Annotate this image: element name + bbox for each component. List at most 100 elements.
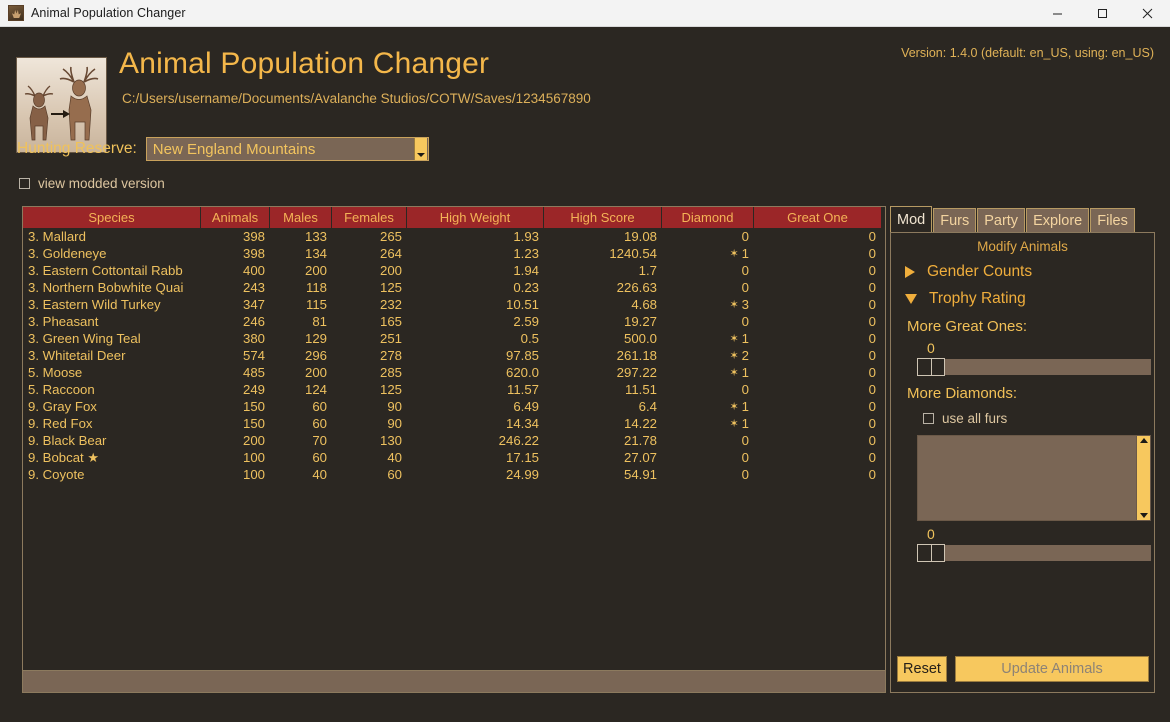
cell-males: 70 [270,432,332,449]
minimize-icon[interactable] [1035,0,1080,27]
table-row[interactable]: 3. Whitetail Deer57429627897.85261.18✶20 [23,347,885,364]
use-all-furs-checkbox[interactable]: use all furs [923,411,1154,426]
cell-diamond: ✶1 [662,415,754,432]
table-body[interactable]: 3. Mallard3981332651.9319.08003. Goldene… [23,228,885,671]
cell-great_one: 0 [754,245,881,262]
section-trophy-rating[interactable]: Trophy Rating [905,290,1154,308]
cell-high_weight: 1.23 [407,245,544,262]
cell-high_weight: 246.22 [407,432,544,449]
tab-mod[interactable]: Mod [890,206,932,232]
tab-explore[interactable]: Explore [1026,208,1089,232]
scroll-up-icon[interactable] [1140,438,1148,443]
checkbox-icon[interactable] [19,178,30,189]
cell-females: 232 [332,296,407,313]
table-row[interactable]: 3. Northern Bobwhite Quai2431181250.2322… [23,279,885,296]
deer-right-icon [57,64,105,146]
cell-diamond: 0 [662,313,754,330]
table-row[interactable]: 9. Red Fox150609014.3414.22✶10 [23,415,885,432]
cell-great_one: 0 [754,398,881,415]
app-window: Animal Population Changer C:/Users/usern… [0,27,1170,722]
cell-females: 278 [332,347,407,364]
update-animals-button[interactable]: Update Animals [955,656,1149,682]
table-header-row: SpeciesAnimalsMalesFemalesHigh WeightHig… [23,207,885,228]
cell-males: 129 [270,330,332,347]
table-row[interactable]: 9. Bobcat ★100604017.1527.0700 [23,449,885,466]
more-diamonds-slider[interactable] [917,545,1151,561]
tab-party[interactable]: Party [977,208,1025,232]
cell-high_score: 261.18 [544,347,662,364]
cell-animals: 347 [201,296,270,313]
chevron-down-icon[interactable] [414,138,427,160]
listbox-scrollbar[interactable] [1136,436,1150,520]
cell-diamond: 0 [662,228,754,245]
section-gender-counts-label: Gender Counts [927,263,1032,281]
furs-listbox[interactable] [917,435,1151,521]
column-header-high-weight[interactable]: High Weight [407,207,544,228]
column-header-females[interactable]: Females [332,207,407,228]
cell-great_one: 0 [754,296,881,313]
table-row[interactable]: 9. Black Bear20070130246.2221.7800 [23,432,885,449]
table-row[interactable]: 3. Pheasant246811652.5919.2700 [23,313,885,330]
section-gender-counts[interactable]: Gender Counts [905,263,1154,281]
save-path-label: C:/Users/username/Documents/Avalanche St… [122,91,591,106]
table-row[interactable]: 5. Raccoon24912412511.5711.5100 [23,381,885,398]
slider-thumb[interactable] [917,358,945,376]
hunting-reserve-label: Hunting Reserve: [17,140,137,158]
table-row[interactable]: 3. Eastern Cottontail Rabb4002002001.941… [23,262,885,279]
cell-great_one: 0 [754,279,881,296]
cell-high_weight: 1.93 [407,228,544,245]
cell-males: 60 [270,398,332,415]
checkbox-icon[interactable] [923,413,934,424]
cell-males: 133 [270,228,332,245]
table-row[interactable]: 5. Moose485200285620.0297.22✶10 [23,364,885,381]
maximize-icon[interactable] [1080,0,1125,27]
cell-males: 296 [270,347,332,364]
table-row[interactable]: 9. Coyote100406024.9954.9100 [23,466,885,483]
cell-males: 124 [270,381,332,398]
section-trophy-rating-label: Trophy Rating [929,290,1026,308]
cell-great_one: 0 [754,364,881,381]
cell-males: 115 [270,296,332,313]
view-modded-version-checkbox[interactable]: view modded version [19,176,165,191]
column-header-males[interactable]: Males [270,207,332,228]
scroll-down-icon[interactable] [1140,513,1148,518]
column-header-diamond[interactable]: Diamond [662,207,754,228]
cell-females: 165 [332,313,407,330]
column-header-species[interactable]: Species [23,207,201,228]
column-header-high-score[interactable]: High Score [544,207,662,228]
column-header-great-one[interactable]: Great One [754,207,881,228]
cell-high_score: 54.91 [544,466,662,483]
cell-species: 3. Mallard [23,228,201,245]
more-great-ones-slider[interactable] [917,359,1151,375]
table-row[interactable]: 9. Gray Fox15060906.496.4✶10 [23,398,885,415]
table-row[interactable]: 3. Eastern Wild Turkey34711523210.514.68… [23,296,885,313]
cell-animals: 150 [201,415,270,432]
table-row[interactable]: 3. Green Wing Teal3801292510.5500.0✶10 [23,330,885,347]
cell-diamond: 0 [662,381,754,398]
tab-files[interactable]: Files [1090,208,1135,232]
cell-males: 81 [270,313,332,330]
close-icon[interactable] [1125,0,1170,27]
cell-males: 60 [270,415,332,432]
cell-males: 40 [270,466,332,483]
table-row[interactable]: 3. Mallard3981332651.9319.0800 [23,228,885,245]
cell-females: 200 [332,262,407,279]
page-title: Animal Population Changer [119,47,489,81]
cell-high_weight: 6.49 [407,398,544,415]
reset-button[interactable]: Reset [897,656,947,682]
table-row[interactable]: 3. Goldeneye3981342641.231240.54✶10 [23,245,885,262]
cell-high_score: 226.63 [544,279,662,296]
cell-diamond: 0 [662,466,754,483]
cell-species: 5. Raccoon [23,381,201,398]
cell-species: 9. Black Bear [23,432,201,449]
cell-species: 5. Moose [23,364,201,381]
column-header-animals[interactable]: Animals [201,207,270,228]
hunting-reserve-select[interactable]: New England Mountains [146,137,429,161]
cell-great_one: 0 [754,449,881,466]
cell-females: 40 [332,449,407,466]
slider-thumb[interactable] [917,544,945,562]
tab-furs[interactable]: Furs [933,208,976,232]
cell-species: 3. Eastern Wild Turkey [23,296,201,313]
cell-females: 285 [332,364,407,381]
cell-animals: 380 [201,330,270,347]
